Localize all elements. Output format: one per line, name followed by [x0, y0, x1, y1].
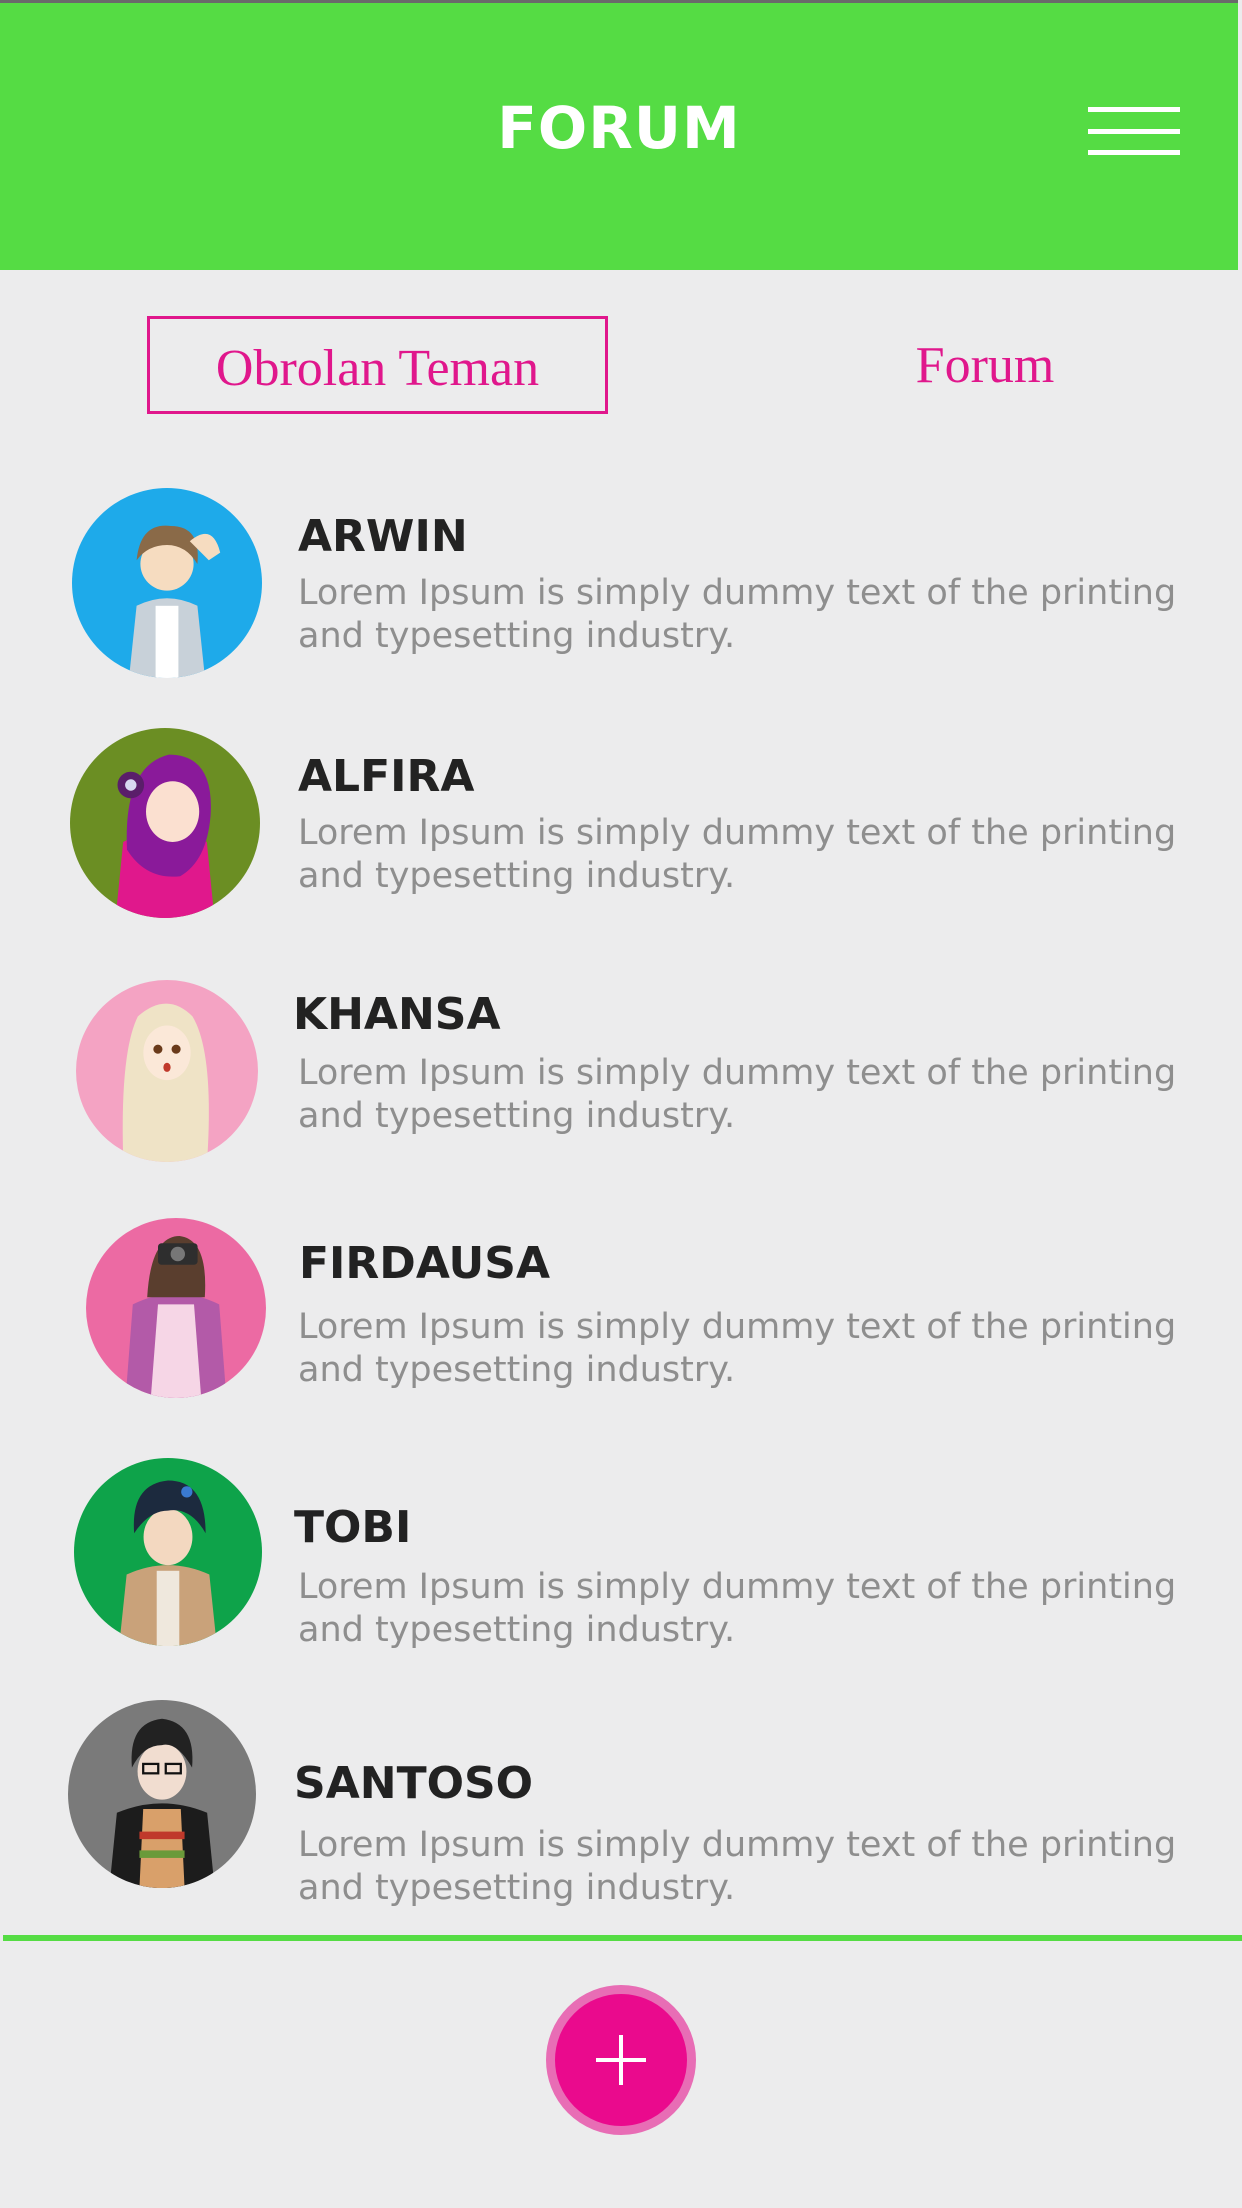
message-preview: Lorem Ipsum is simply dummy text of the … [298, 813, 1177, 896]
message-preview: Lorem Ipsum is simply dummy text of the … [298, 1053, 1177, 1136]
list-item[interactable]: FIRDAUSA Lorem Ipsum is simply dummy tex… [0, 1208, 1238, 1428]
list-item[interactable]: TOBI Lorem Ipsum is simply dummy text of… [0, 1458, 1238, 1678]
menu-line [1088, 129, 1180, 134]
avatar [76, 980, 258, 1162]
list-item[interactable]: ARWIN Lorem Ipsum is simply dummy text o… [0, 478, 1238, 698]
avatar-firdausa-image [86, 1218, 266, 1398]
avatar [86, 1218, 266, 1398]
message-preview: Lorem Ipsum is simply dummy text of the … [298, 1567, 1177, 1650]
avatar-santoso-image [68, 1700, 256, 1888]
tab-forum[interactable]: Forum [860, 316, 1110, 414]
contact-name: ARWIN [298, 511, 468, 562]
avatar [74, 1458, 262, 1646]
avatar [68, 1700, 256, 1888]
avatar [72, 488, 262, 678]
avatar-alfira-image [70, 728, 260, 918]
page-title: FORUM [497, 94, 741, 162]
contact-name: TOBI [294, 1502, 412, 1553]
list-item[interactable]: ALFIRA Lorem Ipsum is simply dummy text … [0, 718, 1238, 938]
menu-line [1088, 107, 1180, 112]
plus-icon [619, 2035, 623, 2085]
list-item[interactable]: KHANSA Lorem Ipsum is simply dummy text … [0, 958, 1238, 1178]
contact-name: KHANSA [293, 989, 501, 1040]
message-preview: Lorem Ipsum is simply dummy text of the … [298, 573, 1177, 656]
list-item[interactable]: SANTOSO Lorem Ipsum is simply dummy text… [0, 1700, 1238, 1920]
menu-line [1088, 150, 1180, 155]
tab-obrolan-teman[interactable]: Obrolan Teman [147, 316, 608, 414]
avatar-khansa-image [76, 980, 258, 1162]
message-preview: Lorem Ipsum is simply dummy text of the … [298, 1307, 1177, 1390]
hamburger-menu-icon[interactable] [1088, 107, 1180, 157]
avatar-arwin-image [72, 488, 262, 678]
add-button[interactable] [546, 1985, 696, 2135]
avatar [70, 728, 260, 918]
app-header: FORUM [0, 0, 1238, 270]
contact-name: SANTOSO [294, 1758, 534, 1809]
contact-name: FIRDAUSA [299, 1238, 551, 1289]
avatar-tobi-image [74, 1458, 262, 1646]
divider [3, 1935, 1242, 1941]
message-preview: Lorem Ipsum is simply dummy text of the … [298, 1825, 1177, 1908]
contact-name: ALFIRA [298, 751, 475, 802]
